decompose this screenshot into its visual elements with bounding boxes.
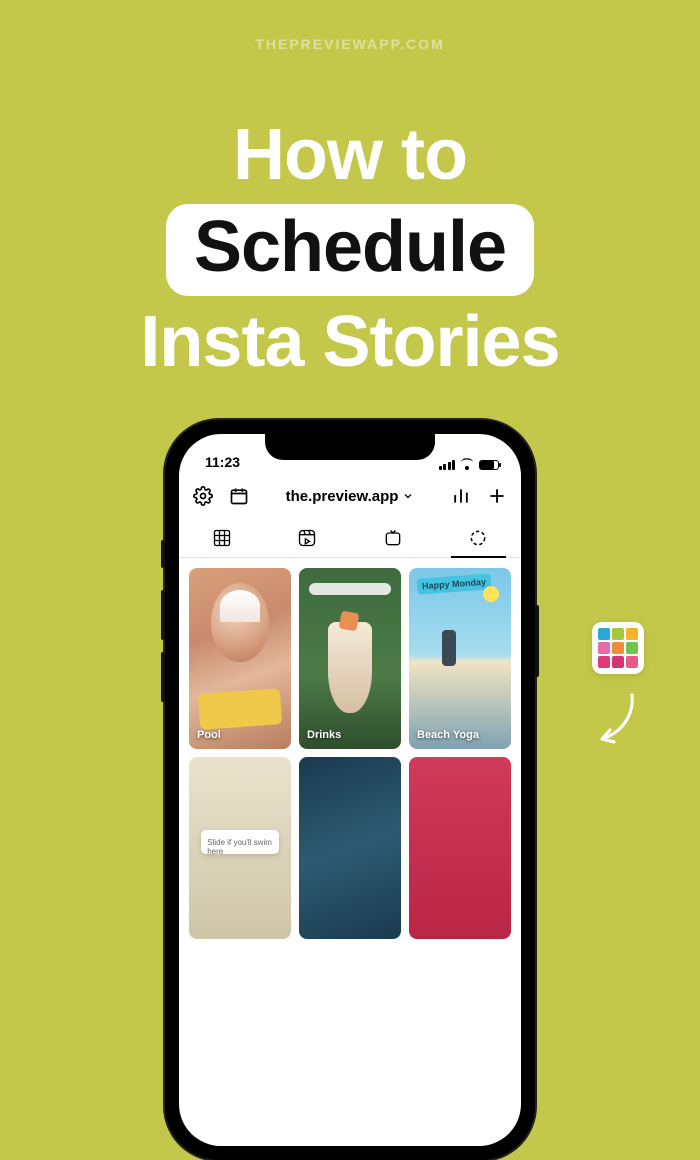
plus-icon[interactable] <box>487 486 507 506</box>
grid-icon <box>212 528 232 548</box>
phone-notch <box>265 434 435 460</box>
tab-igtv[interactable] <box>350 518 436 557</box>
story-label: Drinks <box>307 729 341 741</box>
igtv-icon <box>383 528 403 548</box>
phone-mute-switch <box>161 540 165 568</box>
hero-line-1: How to <box>0 115 700 196</box>
story-card[interactable] <box>299 757 401 938</box>
calendar-icon[interactable] <box>229 486 249 506</box>
reels-icon <box>297 528 317 548</box>
story-card[interactable]: Pool <box>189 568 291 749</box>
gear-icon[interactable] <box>193 486 213 506</box>
story-grid: Pool Drinks Happy Monday Beach Yoga Slid… <box>179 558 521 949</box>
stories-circle-icon <box>468 528 488 548</box>
chevron-down-icon <box>402 490 414 502</box>
hero-highlight: Schedule <box>166 204 534 296</box>
status-time: 11:23 <box>205 454 240 470</box>
story-card[interactable]: Slide if you'll swim here <box>189 757 291 938</box>
tab-stories[interactable] <box>436 518 522 557</box>
analytics-icon[interactable] <box>451 486 471 506</box>
hero-headline: How to Schedule Insta Stories <box>0 115 700 382</box>
phone-volume-down <box>161 652 165 702</box>
story-card[interactable]: Happy Monday Beach Yoga <box>409 568 511 749</box>
slider-text: Slide if you'll swim here <box>201 830 279 864</box>
story-card[interactable] <box>409 757 511 938</box>
signal-icon <box>439 460 456 470</box>
watermark: THEPREVIEWAPP.COM <box>0 36 700 52</box>
phone-power-button <box>535 605 539 677</box>
phone-mockup: 11:23 the.preview.app <box>165 420 535 1160</box>
content-tabs <box>179 518 521 558</box>
story-card[interactable]: Drinks <box>299 568 401 749</box>
phone-screen: 11:23 the.preview.app <box>179 434 521 1146</box>
tab-reels[interactable] <box>265 518 351 557</box>
phone-volume-up <box>161 590 165 640</box>
app-logo-badge <box>592 622 644 674</box>
arrow-icon <box>592 690 642 750</box>
story-label: Beach Yoga <box>417 729 479 741</box>
hero-line-3: Insta Stories <box>0 302 700 383</box>
battery-icon <box>479 460 499 470</box>
story-sticker: Happy Monday <box>417 573 492 594</box>
account-switcher[interactable]: the.preview.app <box>286 488 415 505</box>
tab-grid[interactable] <box>179 518 265 557</box>
story-label: Pool <box>197 729 221 741</box>
app-top-bar: the.preview.app <box>179 474 521 518</box>
wifi-icon <box>460 460 474 470</box>
account-name: the.preview.app <box>286 488 399 505</box>
